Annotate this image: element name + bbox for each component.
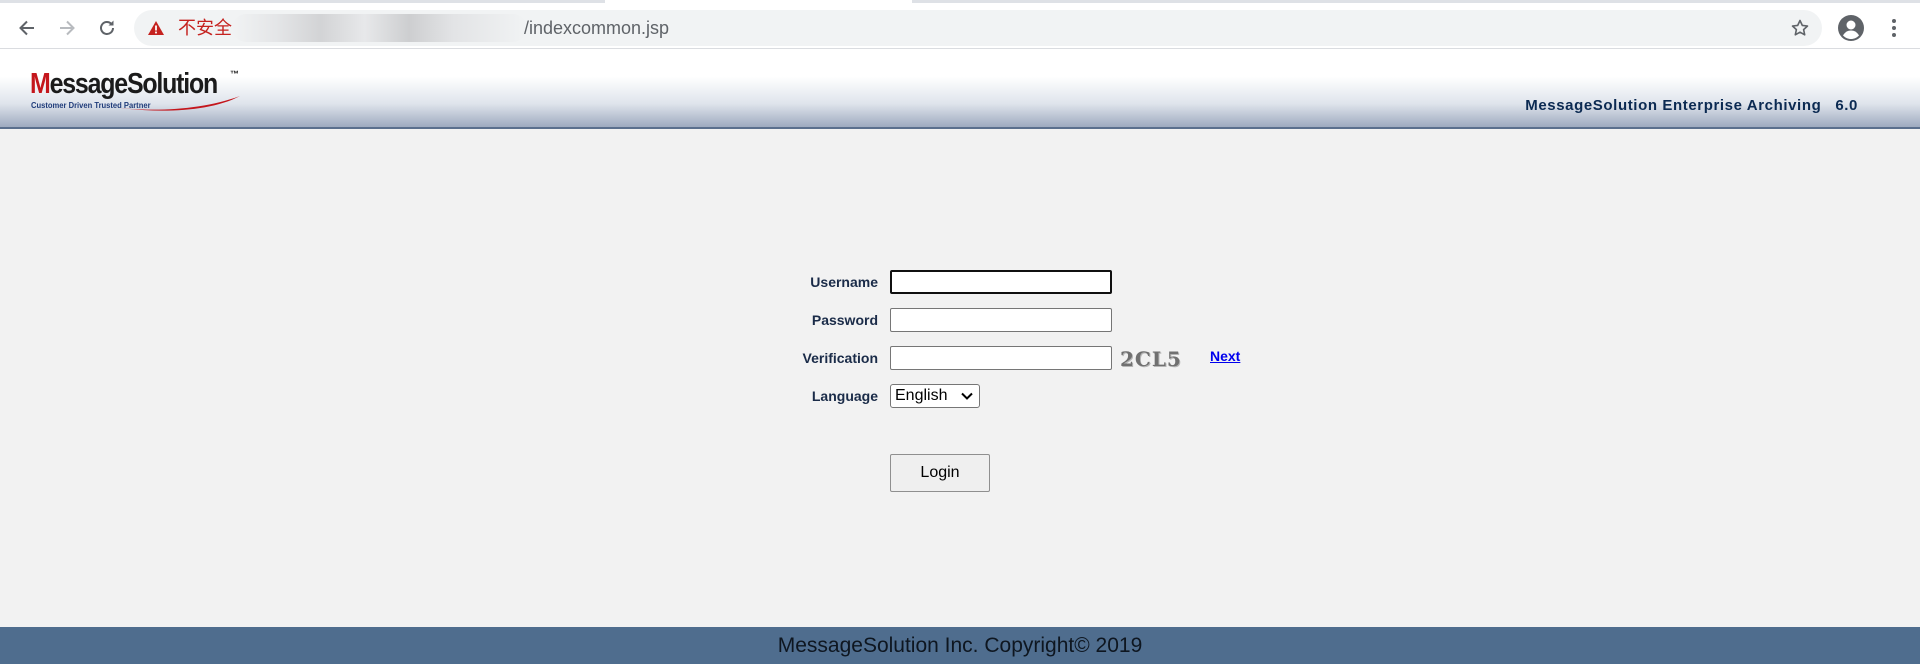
captcha-image: 2CL5: [1120, 347, 1182, 371]
url-host-redacted: [232, 14, 527, 42]
login-area: Username Password Verification 2CL5 Next…: [0, 129, 1920, 627]
password-label: Password: [811, 312, 878, 328]
language-selected-value: English: [895, 387, 948, 404]
browser-toolbar: 不安全 /indexcommon.jsp: [0, 4, 1920, 49]
language-label: Language: [811, 388, 878, 404]
login-button[interactable]: Login: [890, 454, 990, 492]
reload-icon: [100, 20, 114, 35]
language-row: Language English: [0, 383, 1920, 411]
product-version: 6.0: [1835, 97, 1858, 114]
logo-tagline: Customer Driven Trusted Partner: [31, 101, 151, 110]
product-title: MessageSolution Enterprise Archiving 6.0: [1525, 97, 1858, 114]
tab-edge: [912, 0, 1920, 3]
verification-row: Verification 2CL5 Next: [0, 345, 1920, 373]
back-icon: [19, 20, 34, 36]
verification-input[interactable]: [890, 346, 1112, 370]
footer: MessageSolution Inc. Copyright© 2019: [0, 627, 1920, 664]
footer-copyright: MessageSolution Inc. Copyright© 2019: [777, 634, 1143, 657]
forward-button[interactable]: [52, 13, 82, 43]
username-row: Username: [0, 269, 1920, 297]
tab-edge: [0, 0, 605, 3]
security-label[interactable]: 不安全: [178, 18, 232, 38]
company-logo: MessageSolution ™ Customer Driven Truste…: [30, 69, 245, 113]
language-select[interactable]: English: [890, 384, 980, 408]
product-name: MessageSolution Enterprise Archiving: [1525, 97, 1822, 114]
warning-icon: [148, 21, 164, 35]
captcha-next-link[interactable]: Next: [1210, 348, 1240, 364]
app-header: MessageSolution ™ Customer Driven Truste…: [0, 49, 1920, 129]
star-icon[interactable]: [1790, 18, 1810, 38]
password-input[interactable]: [890, 308, 1112, 332]
username-label: Username: [810, 274, 878, 290]
username-input[interactable]: [890, 270, 1112, 294]
logo-trademark: ™: [230, 69, 239, 79]
back-button[interactable]: [12, 13, 42, 43]
reload-button[interactable]: [92, 13, 122, 43]
chevron-down-icon: [961, 392, 973, 400]
forward-icon: [60, 20, 75, 36]
address-bar[interactable]: 不安全 /indexcommon.jsp: [134, 10, 1822, 46]
profile-icon[interactable]: [1837, 14, 1865, 42]
menu-icon[interactable]: [1886, 17, 1902, 39]
verification-label: Verification: [802, 350, 878, 366]
password-row: Password: [0, 307, 1920, 335]
url-path: /indexcommon.jsp: [524, 18, 670, 38]
